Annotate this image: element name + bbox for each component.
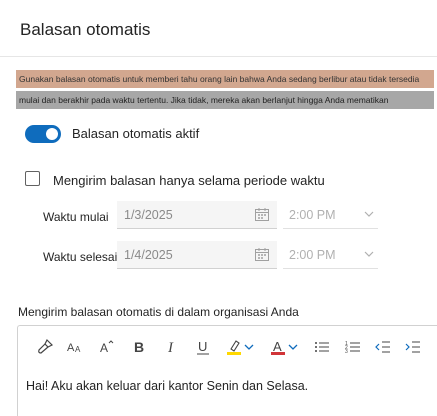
svg-text:A: A bbox=[273, 339, 282, 354]
svg-text:A: A bbox=[67, 342, 75, 354]
underline-icon[interactable]: U bbox=[192, 336, 214, 358]
numbering-icon[interactable]: 123 bbox=[342, 336, 364, 358]
time-period-checkbox[interactable] bbox=[25, 171, 40, 186]
message-body-text[interactable]: Hai! Aku akan keluar dari kantor Senin d… bbox=[26, 379, 308, 393]
svg-text:A: A bbox=[75, 345, 81, 354]
message-editor[interactable]: AA A B I U A 1 2 3 Hai! Aku akan keluar … bbox=[17, 325, 437, 416]
start-date-value: 1/3/2025 bbox=[124, 208, 173, 222]
svg-text:U: U bbox=[198, 339, 207, 354]
chevron-down-icon bbox=[364, 211, 374, 217]
svg-text:3: 3 bbox=[345, 349, 348, 355]
auto-reply-label: Balasan otomatis aktif bbox=[72, 126, 200, 141]
end-date-field[interactable]: 1/4/2025 bbox=[117, 241, 277, 269]
end-time-field[interactable]: 2:00 PM bbox=[283, 241, 378, 269]
time-period-label: Mengirim balasan hanya selama periode wa… bbox=[53, 173, 325, 188]
bullets-icon[interactable] bbox=[311, 336, 333, 358]
dialog-title: Balasan otomatis bbox=[20, 20, 151, 39]
end-date-value: 1/4/2025 bbox=[124, 248, 173, 262]
end-time-value: 2:00 PM bbox=[289, 248, 336, 262]
font-color-dropdown-icon[interactable] bbox=[286, 336, 300, 358]
header-divider bbox=[0, 56, 437, 57]
chevron-down-icon bbox=[364, 251, 374, 257]
svg-text:A: A bbox=[100, 341, 108, 355]
svg-text:B: B bbox=[134, 339, 144, 355]
bold-icon[interactable]: B bbox=[128, 336, 150, 358]
start-date-field[interactable]: 1/3/2025 bbox=[117, 201, 277, 229]
toggle-knob bbox=[46, 128, 58, 140]
grow-font-icon[interactable]: A bbox=[96, 336, 118, 358]
decrease-indent-icon[interactable] bbox=[372, 336, 394, 358]
highlight-dropdown-icon[interactable] bbox=[242, 336, 256, 358]
increase-indent-icon[interactable] bbox=[402, 336, 424, 358]
inside-org-label: Mengirim balasan otomatis di dalam organ… bbox=[18, 305, 299, 319]
start-time-value: 2:00 PM bbox=[289, 208, 336, 222]
format-painter-icon[interactable] bbox=[34, 336, 56, 358]
start-time-field[interactable]: 2:00 PM bbox=[283, 201, 378, 229]
format-toolbar: AA A B I U A 1 2 3 bbox=[18, 326, 437, 366]
info-text-line-2: mulai dan berakhir pada waktu tertentu. … bbox=[16, 91, 434, 109]
font-size-icon[interactable]: AA bbox=[64, 336, 86, 358]
info-text-line-1: Gunakan balasan otomatis untuk memberi t… bbox=[16, 70, 434, 88]
end-time-label: Waktu selesai bbox=[43, 250, 118, 264]
svg-text:I: I bbox=[167, 340, 174, 356]
calendar-icon bbox=[255, 248, 269, 261]
start-time-label: Waktu mulai bbox=[43, 210, 109, 224]
auto-reply-toggle[interactable] bbox=[25, 125, 61, 143]
italic-icon[interactable]: I bbox=[160, 336, 182, 358]
calendar-icon bbox=[255, 208, 269, 221]
